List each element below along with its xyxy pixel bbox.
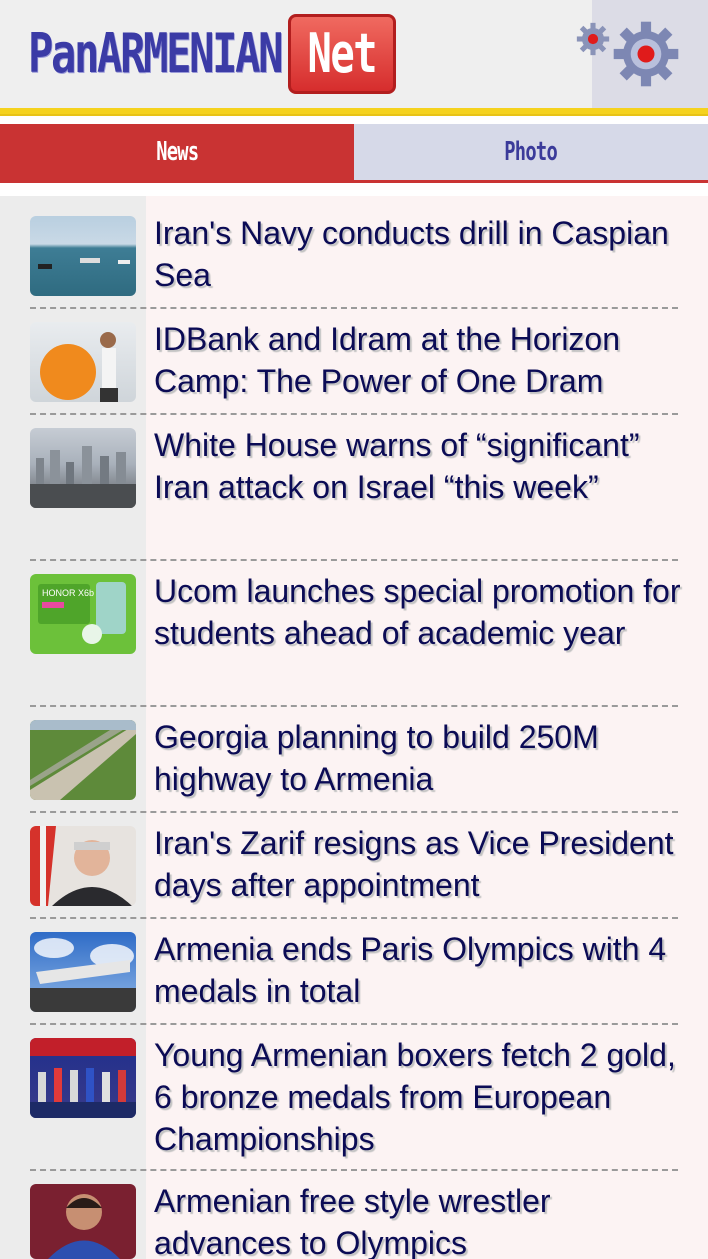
svg-text:HONOR X6b: HONOR X6b [42, 588, 94, 598]
news-thumbnail [30, 932, 136, 1012]
logo-net-text: Net [307, 22, 378, 85]
item-separator [30, 705, 678, 707]
news-title[interactable]: Iran's Navy conducts drill in Caspian Se… [154, 212, 684, 296]
news-thumbnail [30, 322, 136, 402]
news-thumbnail [30, 1184, 136, 1259]
news-title[interactable]: Armenian free style wrestler advances to… [154, 1180, 684, 1259]
item-separator [30, 1169, 678, 1171]
header-divider-shadow [0, 114, 708, 116]
news-thumbnail [30, 1038, 136, 1118]
gear-icon [613, 21, 679, 87]
news-thumbnail [30, 216, 136, 296]
tab-photo[interactable]: Photo [354, 124, 708, 180]
site-logo[interactable]: PanARMENIAN Net [28, 14, 396, 94]
tab-news-label: News [155, 137, 199, 167]
news-title[interactable]: White House warns of “significant” Iran … [154, 424, 684, 508]
item-separator [30, 559, 678, 561]
news-title[interactable]: Young Armenian boxers fetch 2 gold, 6 br… [154, 1034, 684, 1160]
tab-news[interactable]: News [0, 124, 354, 180]
logo-net-badge: Net [288, 14, 396, 94]
news-thumbnail [30, 826, 136, 906]
item-separator [30, 917, 678, 919]
tab-photo-label: Photo [504, 137, 558, 167]
item-separator [30, 307, 678, 309]
gear-icon-small [576, 22, 610, 56]
news-thumbnail [30, 720, 136, 800]
logo-main-text: PanARMENIAN [28, 22, 284, 85]
news-title[interactable]: Armenia ends Paris Olympics with 4 medal… [154, 928, 684, 1012]
item-separator [30, 413, 678, 415]
item-separator [30, 1023, 678, 1025]
news-title[interactable]: IDBank and Idram at the Horizon Camp: Th… [154, 318, 684, 402]
section-tabs: News Photo [0, 124, 708, 180]
news-title[interactable]: Georgia planning to build 250M highway t… [154, 716, 684, 800]
tab-underline [0, 180, 708, 183]
item-separator [30, 811, 678, 813]
news-title[interactable]: Iran's Zarif resigns as Vice President d… [154, 822, 684, 906]
news-title[interactable]: Ucom launches special promotion for stud… [154, 570, 684, 654]
news-thumbnail: HONOR X6b [30, 574, 136, 654]
news-thumbnail [30, 428, 136, 508]
